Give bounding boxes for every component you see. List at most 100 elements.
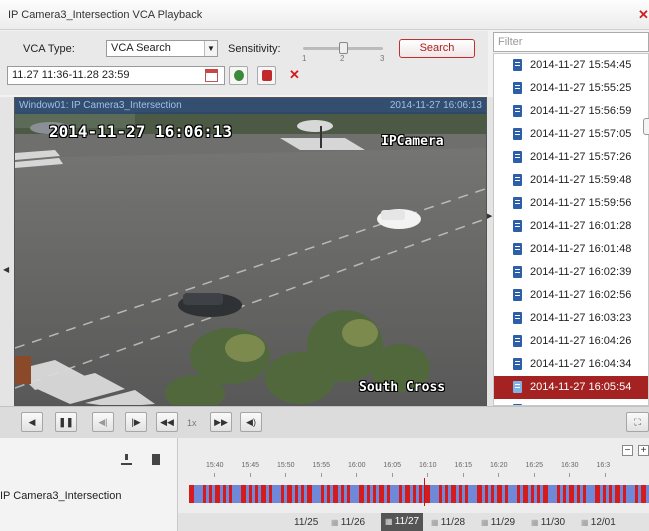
timeline-tick-mark [604, 473, 606, 477]
event-segment [209, 485, 212, 503]
video-file-icon [513, 312, 522, 324]
timeline-tick-label: 16:15 [454, 462, 473, 469]
event-segment [229, 485, 232, 503]
result-time-label: 2014-11-27 15:57:26 [530, 151, 632, 163]
video-file-icon [513, 358, 522, 370]
next-frame-button[interactable]: |▶ [125, 412, 147, 432]
calendar-icon[interactable] [205, 69, 218, 82]
timeline-tick-mark [498, 473, 499, 477]
result-list-item[interactable]: 2014-11-27 15:57:26 [494, 146, 648, 169]
vca-type-select[interactable]: VCA Search ▼ [106, 40, 218, 57]
locate-button[interactable] [229, 66, 248, 85]
result-list-item[interactable]: 2014-11-27 16:07:26 [494, 399, 648, 405]
result-time-label: 2014-11-27 15:57:05 [530, 128, 632, 140]
result-list-item[interactable]: 2014-11-27 15:56:59 [494, 100, 648, 123]
clear-button[interactable]: ✕ [285, 66, 304, 85]
calendar-icon: ▦ [531, 518, 541, 527]
time-range-field[interactable]: 11.27 11:36-11.28 23:59 [7, 66, 225, 85]
event-segment [445, 485, 448, 503]
event-segment [595, 485, 600, 503]
event-segment [563, 485, 566, 503]
result-list-item[interactable]: 2014-11-27 16:02:56 [494, 284, 648, 307]
download-icon[interactable] [121, 454, 132, 465]
event-segment [373, 485, 376, 503]
result-list-item[interactable]: 2014-11-27 15:54:45 [494, 54, 648, 77]
collapse-left-icon: ◀ [3, 265, 10, 274]
pause-button[interactable]: ❚❚ [55, 412, 77, 432]
list-scroll-handle[interactable] [643, 118, 649, 135]
video-window-time: 2014-11-27 16:06:13 [389, 100, 482, 111]
stop-button[interactable] [257, 66, 276, 85]
timeline-tick-label: 16:00 [348, 462, 366, 469]
result-list-item[interactable]: 2014-11-27 15:55:25 [494, 77, 648, 100]
video-file-icon [513, 197, 522, 209]
speed-up-button[interactable]: ▶▶ [210, 412, 232, 432]
timeline-tick-label: 15:55 [312, 462, 331, 469]
left-collapse-handle[interactable]: ◀ [0, 97, 14, 406]
search-button[interactable]: Search [399, 39, 475, 58]
result-list-item[interactable]: 2014-11-27 15:59:48 [494, 169, 648, 192]
event-segment [241, 485, 246, 503]
video-file-icon [513, 243, 522, 255]
volume-button[interactable]: ◀) [240, 412, 262, 432]
result-list-item[interactable]: 2014-11-27 16:04:26 [494, 330, 648, 353]
day-11-27[interactable]: ▦ 11/27 [381, 513, 424, 531]
event-segment [269, 485, 272, 503]
recording-segments [189, 485, 646, 503]
event-segment [557, 485, 560, 503]
result-list-item[interactable]: 2014-11-27 16:01:48 [494, 238, 648, 261]
bookmark-icon[interactable] [152, 454, 160, 465]
result-time-label: 2014-11-27 15:55:25 [530, 82, 632, 94]
previous-frame-button[interactable]: ◀| [92, 412, 114, 432]
filter-input[interactable]: Filter [493, 32, 649, 52]
reverse-play-button[interactable]: ◀ [21, 412, 43, 432]
timeline-tick-mark [391, 473, 393, 477]
result-time-label: 2014-11-27 15:59:48 [530, 174, 632, 186]
event-segment [583, 485, 586, 503]
result-list-item[interactable]: 2014-11-27 15:59:56 [494, 192, 648, 215]
event-segment [485, 485, 488, 503]
zoom-out-button[interactable]: − [622, 445, 633, 456]
day-11-26[interactable]: ▦ 11/26 [331, 517, 365, 528]
result-list-item[interactable]: 2014-11-27 16:05:54 [494, 376, 648, 399]
calendar-icon: ▦ [331, 518, 341, 527]
day-11-28[interactable]: ▦ 11/28 [431, 517, 465, 528]
day-11-25[interactable]: 11/25 [294, 517, 318, 528]
result-list-item[interactable]: 2014-11-27 16:01:28 [494, 215, 648, 238]
result-list-item[interactable]: 2014-11-27 15:57:05 [494, 123, 648, 146]
video-window[interactable]: Window01: IP Camera3_Intersection 2014-1… [14, 97, 487, 406]
event-segment [537, 485, 540, 503]
day-12-01-label: 12/01 [590, 517, 616, 528]
result-time-label: 2014-11-27 16:02:56 [530, 289, 632, 301]
timeline-tick-mark [320, 473, 322, 477]
recording-track[interactable] [189, 485, 649, 503]
timeline-tick-label: 15:45 [241, 462, 260, 469]
day-12-01[interactable]: ▦ 12/01 [581, 517, 616, 528]
event-segment [321, 485, 324, 503]
event-segment [295, 485, 298, 503]
fullscreen-button[interactable]: ⛶ [626, 412, 649, 432]
timeline-tick-label: 15:40 [206, 462, 224, 469]
window-title: IP Camera3_Intersection VCA Playback [8, 9, 203, 21]
result-list-item[interactable]: 2014-11-27 16:02:39 [494, 261, 648, 284]
calendar-icon: ▦ [385, 517, 395, 526]
zoom-in-button[interactable]: + [638, 445, 649, 456]
video-file-icon [513, 105, 522, 117]
close-icon[interactable]: ✕ [638, 7, 649, 23]
sensitivity-slider-thumb[interactable] [339, 42, 348, 54]
sensitivity-label: Sensitivity: [228, 43, 281, 55]
day-11-29[interactable]: ▦ 11/29 [481, 517, 515, 528]
slow-down-button[interactable]: ◀◀ [156, 412, 178, 432]
timeline-tick-mark [214, 473, 215, 477]
timeline-tick-label: 16:20 [490, 462, 508, 469]
event-segment [623, 485, 626, 503]
result-list-item[interactable]: 2014-11-27 16:04:34 [494, 353, 648, 376]
event-segment [379, 485, 384, 503]
locate-icon [234, 70, 244, 81]
result-list-item[interactable]: 2014-11-27 16:03:23 [494, 307, 648, 330]
video-file-icon [513, 82, 522, 94]
playhead[interactable] [424, 478, 425, 506]
video-file-icon [513, 128, 522, 140]
day-11-30[interactable]: ▦ 11/30 [531, 517, 565, 528]
event-segment [301, 485, 304, 503]
